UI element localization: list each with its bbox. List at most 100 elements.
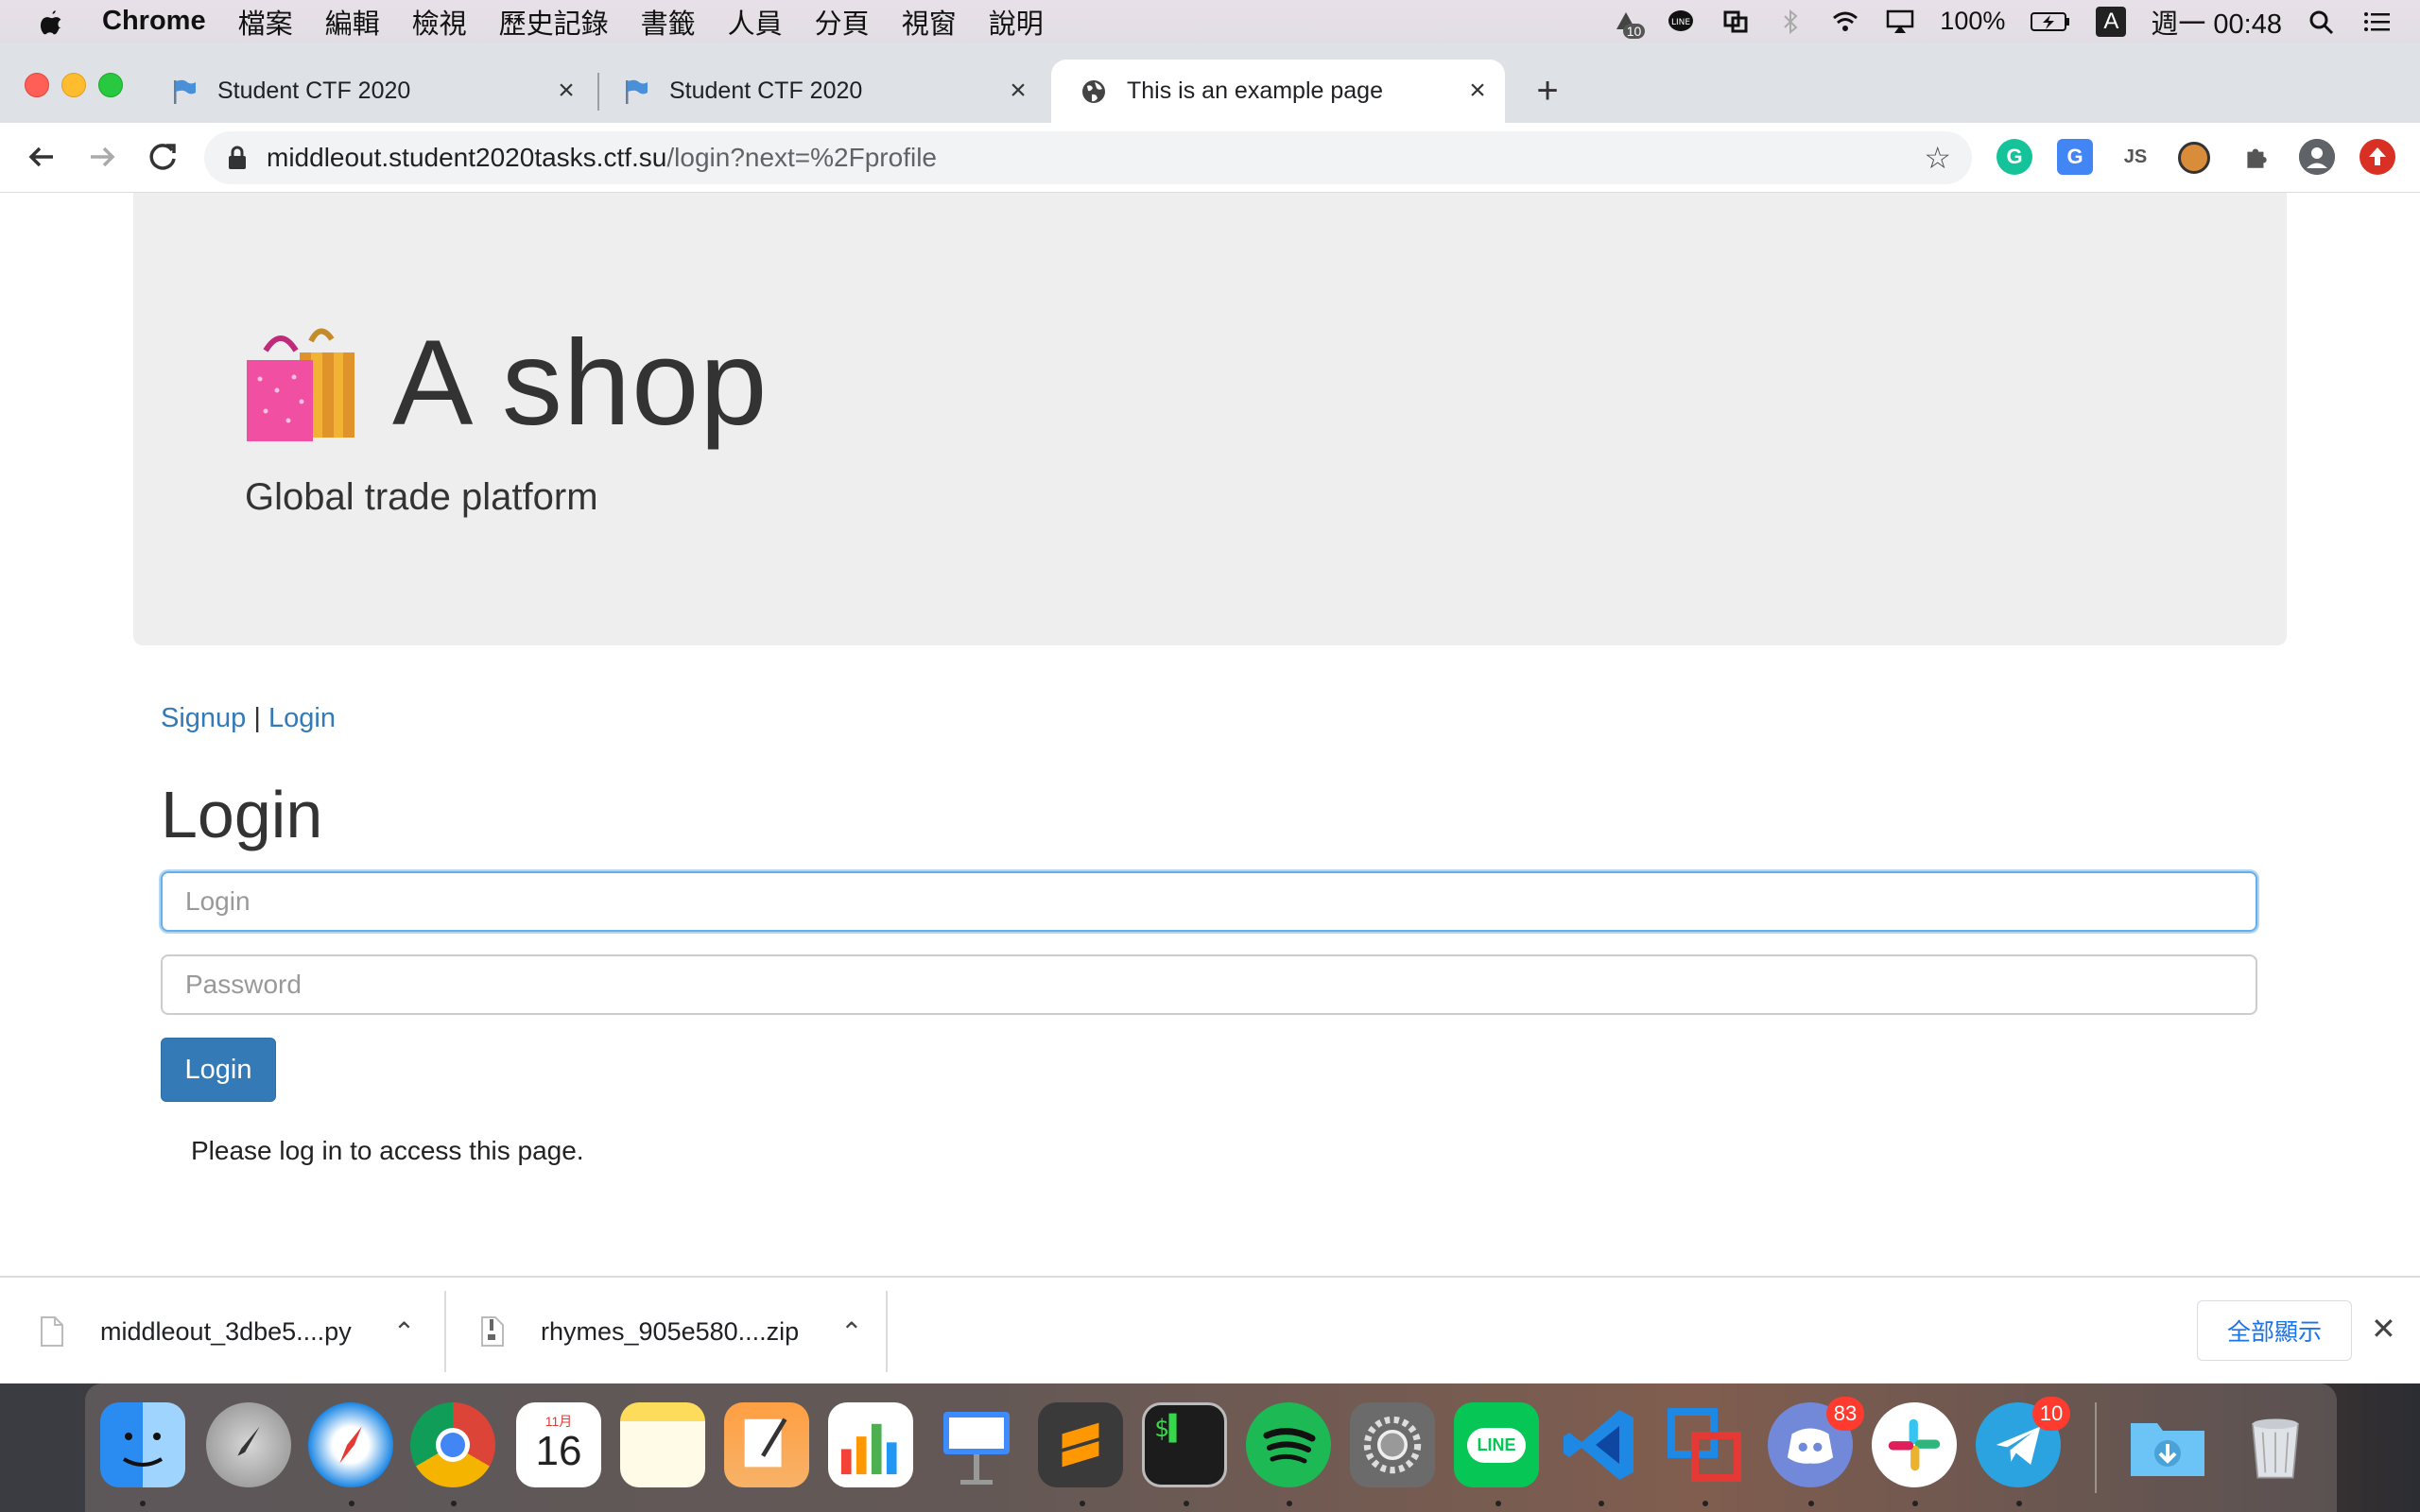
finder-icon[interactable]: [100, 1402, 185, 1487]
password-input[interactable]: [161, 954, 2257, 1015]
site-title: A shop: [392, 316, 769, 451]
tab-title: Student CTF 2020: [669, 77, 863, 104]
airplay-icon[interactable]: [1885, 9, 1915, 35]
line-app-icon[interactable]: LINE: [1454, 1402, 1539, 1487]
grammarly-extension-icon[interactable]: G: [1996, 139, 2032, 175]
globe-icon: [1082, 79, 1105, 103]
menu-window[interactable]: 視窗: [902, 2, 957, 42]
menu-history[interactable]: 歷史記錄: [499, 2, 609, 42]
calendar-icon[interactable]: 11月 16: [516, 1402, 601, 1487]
running-indicator: [1912, 1501, 1918, 1506]
notification-center-icon[interactable]: [2361, 9, 2392, 35]
window-close-button[interactable]: [25, 73, 49, 97]
menu-people[interactable]: 人員: [728, 2, 783, 42]
tab-student-ctf-1[interactable]: Student CTF 2020 ×: [142, 60, 594, 123]
page-title: Login: [161, 778, 323, 851]
extensions-puzzle-icon[interactable]: [2238, 139, 2274, 175]
download-item[interactable]: rhymes_905e580....zip ⌃: [480, 1278, 863, 1385]
back-button[interactable]: [21, 136, 62, 178]
close-downloads-bar-icon[interactable]: ✕: [2371, 1314, 2396, 1344]
running-indicator: [451, 1501, 457, 1506]
mac-menu-bar: Chrome 檔案 編輯 檢視 歷史記錄 書籤 人員 分頁 視窗 說明 10 L…: [0, 0, 2420, 43]
show-all-downloads-button[interactable]: 全部顯示: [2197, 1300, 2352, 1361]
discord-unread-badge: 83: [1826, 1397, 1864, 1431]
safari-icon[interactable]: [308, 1402, 393, 1487]
login-link[interactable]: Login: [268, 703, 336, 733]
flash-message: Please log in to access this page.: [191, 1136, 584, 1165]
login-submit-button[interactable]: Login: [161, 1038, 276, 1102]
menu-view[interactable]: 檢視: [412, 2, 467, 42]
profile-avatar-icon[interactable]: [2299, 139, 2335, 175]
vscode-icon[interactable]: [1558, 1402, 1643, 1487]
wifi-icon[interactable]: [1830, 9, 1860, 35]
jumbotron-header: A shop Global trade platform: [133, 193, 2287, 645]
battery-icon[interactable]: [2030, 9, 2071, 35]
system-preferences-icon[interactable]: [1350, 1402, 1435, 1487]
launchpad-icon[interactable]: [206, 1402, 291, 1487]
running-indicator: [140, 1501, 146, 1506]
window-zoom-button[interactable]: [98, 73, 123, 97]
shopping-bags-icon: [247, 328, 354, 441]
google-translate-extension-icon[interactable]: G: [2057, 139, 2093, 175]
menu-file[interactable]: 檔案: [238, 2, 293, 42]
menu-tab[interactable]: 分頁: [815, 2, 870, 42]
spotify-icon[interactable]: [1246, 1402, 1331, 1487]
chrome-dock-icon[interactable]: [410, 1402, 495, 1487]
flag-icon: [174, 79, 196, 104]
lock-icon[interactable]: [227, 146, 248, 170]
signup-link[interactable]: Signup: [161, 703, 246, 733]
terminal-icon[interactable]: $▌: [1142, 1402, 1227, 1487]
address-bar[interactable]: middleout.student2020tasks.ctf.su/login?…: [204, 131, 1972, 184]
notes-icon[interactable]: [620, 1402, 705, 1487]
bookmark-star-icon[interactable]: ☆: [1924, 143, 1951, 173]
notification-count: 10: [1622, 23, 1646, 39]
address-url[interactable]: middleout.student2020tasks.ctf.su/login?…: [267, 143, 937, 173]
pages-icon[interactable]: [724, 1402, 809, 1487]
running-indicator: [1808, 1501, 1814, 1506]
disable-extension-icon[interactable]: [2178, 142, 2210, 174]
screen-share-status-icon[interactable]: [1720, 9, 1751, 35]
input-source-badge[interactable]: A: [2096, 6, 2127, 37]
calendar-day: 16: [535, 1428, 582, 1474]
update-available-icon[interactable]: [2360, 139, 2395, 175]
login-input[interactable]: [161, 871, 2257, 932]
tab-example-page[interactable]: This is an example page ×: [1051, 60, 1505, 123]
apple-menu-icon[interactable]: [38, 8, 64, 36]
download-item[interactable]: middleout_3dbe5....py ⌃: [40, 1278, 415, 1385]
chevron-up-icon[interactable]: ⌃: [393, 1316, 415, 1348]
sublime-text-icon[interactable]: [1038, 1402, 1123, 1487]
menu-bookmarks[interactable]: 書籤: [641, 2, 696, 42]
menu-app-name[interactable]: Chrome: [102, 6, 206, 37]
js-extension-icon[interactable]: JS: [2118, 139, 2153, 175]
downloads-folder-icon[interactable]: [2125, 1402, 2210, 1487]
dock-divider: [2095, 1402, 2097, 1493]
keynote-icon[interactable]: [934, 1402, 1019, 1487]
bluetooth-icon[interactable]: [1775, 9, 1806, 35]
tab-close-icon[interactable]: ×: [1004, 77, 1032, 105]
running-indicator: [349, 1501, 354, 1506]
menu-edit[interactable]: 編輯: [325, 2, 380, 42]
trash-icon[interactable]: [2233, 1402, 2318, 1487]
vmware-fusion-icon[interactable]: [1662, 1402, 1747, 1487]
new-tab-button[interactable]: +: [1529, 72, 1566, 111]
menu-help[interactable]: 說明: [989, 2, 1044, 42]
line-status-icon[interactable]: LINE: [1666, 9, 1696, 35]
reload-button[interactable]: [142, 136, 183, 178]
tab-student-ctf-2[interactable]: Student CTF 2020 ×: [594, 60, 1046, 123]
spotlight-search-icon[interactable]: [2307, 9, 2337, 35]
menubar-clock[interactable]: 週一 00:48: [2151, 2, 2282, 42]
auth-nav: Signup | Login: [161, 703, 336, 734]
tab-close-icon[interactable]: ×: [552, 77, 580, 105]
numbers-icon[interactable]: [828, 1402, 913, 1487]
telegram-unread-badge: 10: [2032, 1397, 2070, 1431]
running-indicator: [1599, 1501, 1604, 1506]
slack-icon[interactable]: [1872, 1402, 1957, 1487]
running-indicator: [1287, 1501, 1292, 1506]
tab-close-icon[interactable]: ×: [1463, 77, 1492, 105]
download-filename: rhymes_905e580....zip: [541, 1316, 800, 1346]
line-label: LINE: [1467, 1427, 1526, 1463]
forward-button[interactable]: [81, 136, 123, 178]
notification-status-icon[interactable]: 10: [1611, 9, 1646, 39]
window-minimize-button[interactable]: [61, 73, 86, 97]
chevron-up-icon[interactable]: ⌃: [840, 1316, 862, 1348]
